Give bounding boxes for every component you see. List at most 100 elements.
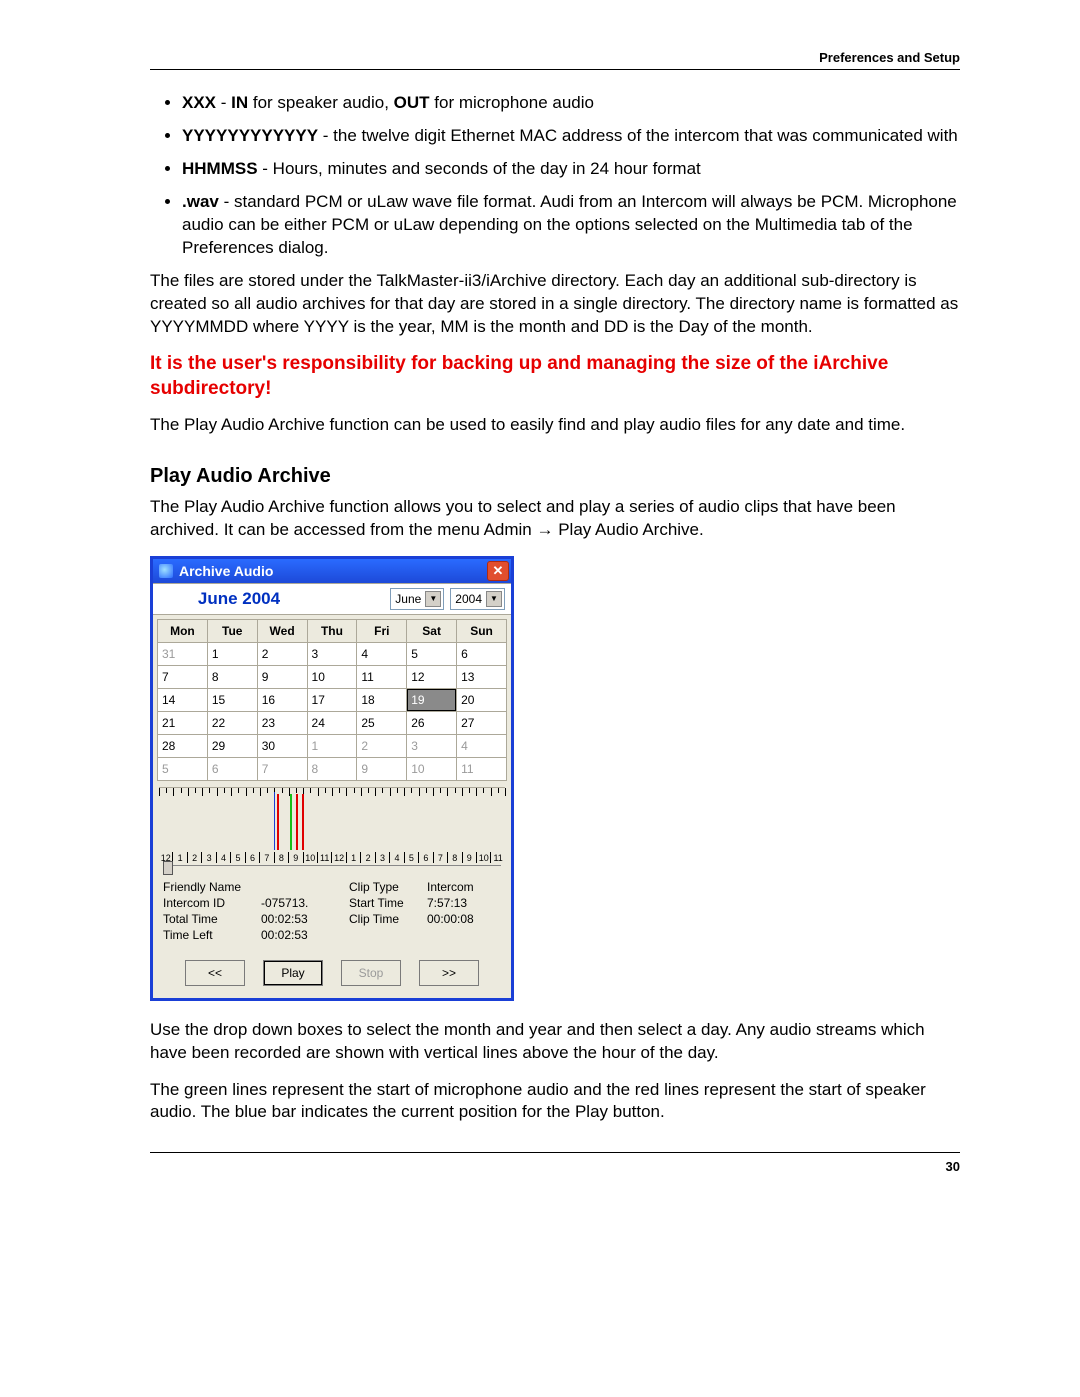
calendar-day[interactable]: 14 — [158, 688, 208, 711]
calendar-day[interactable]: 7 — [158, 665, 208, 688]
calendar-day[interactable]: 21 — [158, 711, 208, 734]
close-button[interactable]: ✕ — [487, 561, 509, 581]
calendar-day[interactable]: 28 — [158, 734, 208, 757]
b: HHMMSS — [182, 159, 258, 178]
para-play-desc: The Play Audio Archive function allows y… — [150, 496, 960, 542]
calendar-day[interactable]: 6 — [457, 642, 507, 665]
calendar-day[interactable]: 16 — [257, 688, 307, 711]
page-number: 30 — [150, 1159, 960, 1174]
calendar-day[interactable]: 18 — [357, 688, 407, 711]
calendar-day[interactable]: 9 — [257, 665, 307, 688]
calendar-day[interactable]: 19 — [407, 688, 457, 711]
big-month-label: June 2004 — [159, 589, 319, 609]
calendar-day[interactable]: 17 — [307, 688, 357, 711]
calendar-day[interactable]: 12 — [407, 665, 457, 688]
t: for speaker audio, — [248, 93, 394, 112]
header-right: Preferences and Setup — [150, 50, 960, 69]
calendar-weekday: Mon — [158, 619, 208, 642]
year-select-value: 2004 — [455, 592, 482, 606]
hour-label: 4 — [389, 852, 403, 863]
calendar-weekday: Fri — [357, 619, 407, 642]
b: YYYYYYYYYYYY — [182, 126, 318, 145]
calendar-day[interactable]: 3 — [307, 642, 357, 665]
calendar-day[interactable]: 11 — [457, 757, 507, 780]
calendar-day[interactable]: 8 — [307, 757, 357, 780]
calendar-day[interactable]: 3 — [407, 734, 457, 757]
t: for microphone audio — [430, 93, 594, 112]
calendar-day[interactable]: 20 — [457, 688, 507, 711]
slider-thumb[interactable] — [163, 861, 173, 875]
hour-label: 1 — [346, 852, 360, 863]
calendar-day[interactable]: 15 — [207, 688, 257, 711]
label-intercom-id: Intercom ID — [163, 896, 253, 910]
chevron-down-icon: ▼ — [425, 591, 441, 607]
playback-slider[interactable] — [163, 865, 501, 874]
label-clip-type: Clip Type — [349, 880, 419, 894]
calendar-weekday: Sat — [407, 619, 457, 642]
play-button[interactable]: Play — [263, 960, 323, 986]
calendar-day[interactable]: 24 — [307, 711, 357, 734]
year-select[interactable]: 2004 ▼ — [450, 588, 505, 610]
value-intercom-id: -075713. — [261, 896, 341, 910]
footer-rule — [150, 1152, 960, 1153]
value-start-time: 7:57:13 — [427, 896, 497, 910]
hour-label: 5 — [404, 852, 418, 863]
calendar-day[interactable]: 6 — [207, 757, 257, 780]
label-clip-time: Clip Time — [349, 912, 419, 926]
calendar-day[interactable]: 11 — [357, 665, 407, 688]
calendar-day[interactable]: 4 — [457, 734, 507, 757]
month-select-value: June — [395, 592, 421, 606]
month-bar: June 2004 June ▼ 2004 ▼ — [153, 583, 511, 615]
hour-label: 6 — [245, 852, 259, 863]
calendar-day[interactable]: 23 — [257, 711, 307, 734]
hour-label: 10 — [476, 852, 490, 863]
b: .wav — [182, 192, 219, 211]
calendar-day[interactable]: 1 — [307, 734, 357, 757]
calendar-day[interactable]: 2 — [257, 642, 307, 665]
calendar-day[interactable]: 7 — [257, 757, 307, 780]
red-mark — [296, 794, 298, 850]
value-time-left: 00:02:53 — [261, 928, 341, 942]
para-play-intro: The Play Audio Archive function can be u… — [150, 414, 960, 437]
prev-button[interactable]: << — [185, 960, 245, 986]
calendar: MonTueWedThuFriSatSun 311234567891011121… — [157, 619, 507, 781]
calendar-day[interactable]: 2 — [357, 734, 407, 757]
hour-label: 5 — [230, 852, 244, 863]
calendar-day[interactable]: 26 — [407, 711, 457, 734]
t: - Hours, minutes and seconds of the day … — [258, 159, 701, 178]
para-usage: Use the drop down boxes to select the mo… — [150, 1019, 960, 1065]
hour-label: 2 — [187, 852, 201, 863]
label-start-time: Start Time — [349, 896, 419, 910]
calendar-day[interactable]: 13 — [457, 665, 507, 688]
bullet-item: .wav - standard PCM or uLaw wave file fo… — [182, 191, 960, 260]
calendar-day[interactable]: 22 — [207, 711, 257, 734]
calendar-day[interactable]: 30 — [257, 734, 307, 757]
calendar-day[interactable]: 8 — [207, 665, 257, 688]
calendar-day[interactable]: 5 — [158, 757, 208, 780]
calendar-day[interactable]: 27 — [457, 711, 507, 734]
calendar-day[interactable]: 10 — [407, 757, 457, 780]
label-total-time: Total Time — [163, 912, 253, 926]
bullet-list: XXX - IN for speaker audio, OUT for micr… — [150, 92, 960, 260]
button-row: << Play Stop >> — [153, 950, 511, 998]
next-button[interactable]: >> — [419, 960, 479, 986]
calendar-day[interactable]: 31 — [158, 642, 208, 665]
hour-label: 8 — [274, 852, 288, 863]
calendar-day[interactable]: 1 — [207, 642, 257, 665]
calendar-day[interactable]: 25 — [357, 711, 407, 734]
t: - — [216, 93, 231, 112]
bullet-item: XXX - IN for speaker audio, OUT for micr… — [182, 92, 960, 115]
calendar-day[interactable]: 10 — [307, 665, 357, 688]
calendar-day[interactable]: 4 — [357, 642, 407, 665]
timeline — [159, 787, 505, 850]
calendar-day[interactable]: 9 — [357, 757, 407, 780]
hour-label: 7 — [433, 852, 447, 863]
hour-label: 3 — [375, 852, 389, 863]
window-title: Archive Audio — [179, 563, 273, 579]
archive-audio-window: Archive Audio ✕ June 2004 June ▼ 2004 ▼ … — [150, 556, 514, 1001]
hour-label: 6 — [418, 852, 432, 863]
calendar-day[interactable]: 5 — [407, 642, 457, 665]
calendar-day[interactable]: 29 — [207, 734, 257, 757]
stop-button[interactable]: Stop — [341, 960, 401, 986]
month-select[interactable]: June ▼ — [390, 588, 444, 610]
